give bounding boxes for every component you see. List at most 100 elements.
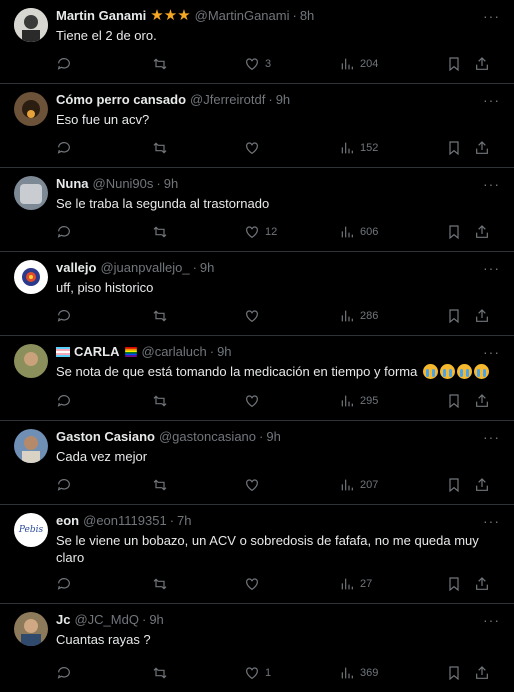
reply-item[interactable]: Nuna @Nuni90s · 9h Se le traba la segund… xyxy=(0,168,514,252)
bookmark-button[interactable] xyxy=(446,476,462,494)
timestamp[interactable]: 8h xyxy=(300,7,314,24)
avatar[interactable] xyxy=(14,344,48,378)
retweet-button[interactable] xyxy=(152,307,168,325)
retweet-button[interactable] xyxy=(152,476,168,494)
more-options-icon[interactable]: ··· xyxy=(483,513,500,529)
author-name[interactable]: Gaston Casiano xyxy=(56,428,155,445)
bookmark-button[interactable] xyxy=(446,575,462,593)
bookmark-button[interactable] xyxy=(446,664,462,682)
author-handle[interactable]: @JC_MdQ xyxy=(74,611,139,628)
reply-item[interactable]: CARLA @carlaluch · 9h Se nota de que est… xyxy=(0,336,514,421)
more-options-icon[interactable]: ··· xyxy=(483,344,500,360)
more-options-icon[interactable]: ··· xyxy=(483,612,500,628)
like-button[interactable]: 1 xyxy=(244,664,271,682)
author-name[interactable]: CARLA xyxy=(74,343,120,360)
views-button[interactable]: 27 xyxy=(339,575,372,593)
share-button[interactable] xyxy=(474,575,490,593)
author-handle[interactable]: @gastoncasiano xyxy=(159,428,256,445)
retweet-button[interactable] xyxy=(152,139,168,157)
views-button[interactable]: 207 xyxy=(339,476,378,494)
timestamp[interactable]: 9h xyxy=(164,175,178,192)
reply-item[interactable]: Cómo perro cansado @Jferreirotdf · 9h Es… xyxy=(0,84,514,168)
bookmark-button[interactable] xyxy=(446,139,462,157)
avatar[interactable] xyxy=(14,8,48,42)
author-handle[interactable]: @Jferreirotdf xyxy=(190,91,265,108)
like-button[interactable] xyxy=(244,307,265,325)
avatar[interactable]: Pebis xyxy=(14,513,48,547)
like-button[interactable] xyxy=(244,392,265,410)
share-button[interactable] xyxy=(474,55,490,73)
reply-button[interactable] xyxy=(56,664,72,682)
avatar[interactable] xyxy=(14,92,48,126)
reply-item[interactable]: Gaston Casiano @gastoncasiano · 9h Cada … xyxy=(0,421,514,505)
author-handle[interactable]: @Nuni90s xyxy=(93,175,154,192)
avatar[interactable] xyxy=(14,429,48,463)
more-options-icon[interactable]: ··· xyxy=(483,92,500,108)
author-handle[interactable]: @juanpvallejo_ xyxy=(100,259,189,276)
bookmark-button[interactable] xyxy=(446,307,462,325)
retweet-button[interactable] xyxy=(152,664,168,682)
timestamp[interactable]: 9h xyxy=(266,428,280,445)
reply-item[interactable]: Martin Ganami ★★★ @MartinGanami · 8h Tie… xyxy=(0,0,514,84)
reply-button[interactable] xyxy=(56,307,72,325)
more-options-icon[interactable]: ··· xyxy=(483,8,500,24)
bookmark-button[interactable] xyxy=(446,55,462,73)
author-name[interactable]: Cómo perro cansado xyxy=(56,91,186,108)
more-options-icon[interactable]: ··· xyxy=(483,260,500,276)
retweet-button[interactable] xyxy=(152,392,168,410)
share-button[interactable] xyxy=(474,392,490,410)
analytics-icon xyxy=(341,578,353,590)
author-name[interactable]: Martin Ganami xyxy=(56,7,146,24)
analytics-icon xyxy=(341,142,353,154)
avatar[interactable] xyxy=(14,612,48,646)
reply-item[interactable]: Jc @JC_MdQ · 9h Cuantas rayas ? ··· 1 36… xyxy=(0,604,514,692)
author-name[interactable]: Nuna xyxy=(56,175,89,192)
views-button[interactable]: 606 xyxy=(339,223,378,241)
reply-button[interactable] xyxy=(56,392,72,410)
views-button[interactable]: 286 xyxy=(339,307,378,325)
share-button[interactable] xyxy=(474,307,490,325)
retweet-button[interactable] xyxy=(152,55,168,73)
retweet-button[interactable] xyxy=(152,575,168,593)
reply-item[interactable]: Pebis eon @eon1119351 · 7h Se le viene u… xyxy=(0,505,514,604)
author-handle[interactable]: @carlaluch xyxy=(142,343,207,360)
views-button[interactable]: 204 xyxy=(339,55,378,73)
author-name[interactable]: eon xyxy=(56,512,79,529)
timestamp[interactable]: 9h xyxy=(276,91,290,108)
bookmark-button[interactable] xyxy=(446,392,462,410)
author-handle[interactable]: @eon1119351 xyxy=(83,512,167,529)
reply-button[interactable] xyxy=(56,476,72,494)
share-button[interactable] xyxy=(474,664,490,682)
share-button[interactable] xyxy=(474,139,490,157)
timestamp[interactable]: 9h xyxy=(217,343,231,360)
reply-button[interactable] xyxy=(56,223,72,241)
share-button[interactable] xyxy=(474,476,490,494)
reply-button[interactable] xyxy=(56,55,72,73)
like-count: 1 xyxy=(265,667,272,679)
timestamp[interactable]: 9h xyxy=(149,611,163,628)
reply-button[interactable] xyxy=(56,575,72,593)
like-button[interactable] xyxy=(244,139,265,157)
like-button[interactable] xyxy=(244,575,265,593)
timestamp[interactable]: 9h xyxy=(200,259,214,276)
views-button[interactable]: 152 xyxy=(339,139,378,157)
more-options-icon[interactable]: ··· xyxy=(483,176,500,192)
views-button[interactable]: 295 xyxy=(339,392,378,410)
share-button[interactable] xyxy=(474,223,490,241)
like-button[interactable] xyxy=(244,476,265,494)
author-handle[interactable]: @MartinGanami xyxy=(195,7,290,24)
views-button[interactable]: 369 xyxy=(339,664,378,682)
retweet-button[interactable] xyxy=(152,223,168,241)
reply-button[interactable] xyxy=(56,139,72,157)
like-button[interactable]: 12 xyxy=(244,223,277,241)
bookmark-button[interactable] xyxy=(446,223,462,241)
avatar[interactable] xyxy=(14,176,48,210)
timestamp[interactable]: 7h xyxy=(177,512,191,529)
reply-icon xyxy=(57,479,70,491)
avatar[interactable] xyxy=(14,260,48,294)
like-button[interactable]: 3 xyxy=(244,55,271,73)
reply-item[interactable]: vallejo @juanpvallejo_ · 9h uff, piso hi… xyxy=(0,252,514,336)
author-name[interactable]: Jc xyxy=(56,611,70,628)
author-name[interactable]: vallejo xyxy=(56,259,96,276)
more-options-icon[interactable]: ··· xyxy=(483,429,500,445)
